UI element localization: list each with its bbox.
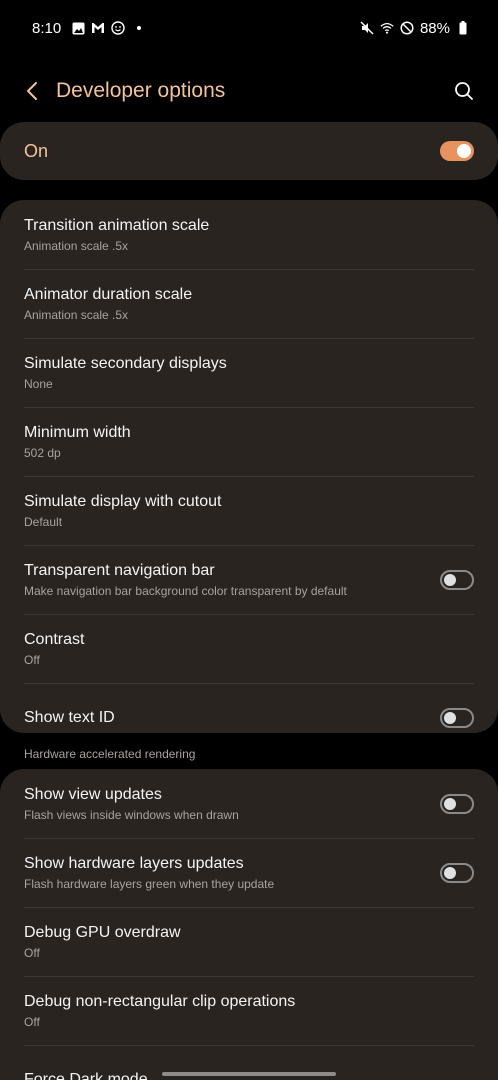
row-subtitle: Off [24,652,40,667]
toggle-knob [444,866,456,879]
row-debug-non-rectangular-clip[interactable]: Debug non-rectangular clip operations Of… [0,976,498,1045]
master-toggle[interactable] [440,141,474,161]
row-subtitle: Animation scale .5x [24,307,129,322]
row-subtitle: Flash views inside windows when drawn [24,807,239,822]
row-animator-duration-scale[interactable]: Animator duration scale Animation scale … [0,269,498,338]
row-title: Animator duration scale [24,285,193,303]
toggle-knob [444,711,456,724]
row-simulate-display-cutout[interactable]: Simulate display with cutout Default [0,476,498,545]
wifi-icon [380,21,394,35]
row-subtitle: Off [24,1014,40,1029]
row-minimum-width[interactable]: Minimum width 502 dp [0,407,498,476]
row-subtitle: Default [24,514,63,529]
row-title: Show text ID [24,708,115,726]
search-icon [455,82,473,100]
gmail-icon [91,21,105,35]
master-switch-label: On [24,140,49,161]
row-title: Simulate secondary displays [24,354,227,372]
show-view-updates-toggle[interactable] [440,793,474,814]
row-title: Transition animation scale [24,216,210,234]
row-transparent-navigation-bar[interactable]: Transparent navigation bar Make navigati… [0,545,498,614]
notification-dot [137,26,142,30]
status-bar: 8:10 88% [0,0,498,56]
row-subtitle: Make navigation bar background color tra… [24,583,347,598]
row-subtitle: None [24,376,53,391]
page-title: Developer options [56,79,226,102]
row-title: Show view updates [24,785,162,803]
row-debug-gpu-overdraw[interactable]: Debug GPU overdraw Off [0,907,498,976]
settings-card-hardware-rendering: Show view updates Flash views inside win… [0,769,498,1080]
row-title: Contrast [24,630,85,648]
row-simulate-secondary-displays[interactable]: Simulate secondary displays None [0,338,498,407]
row-subtitle: Animation scale .5x [24,238,129,253]
settings-card-general: Transition animation scale Animation sca… [0,200,498,733]
show-hardware-layers-updates-toggle[interactable] [440,862,474,883]
battery-icon [456,21,470,35]
row-show-text-id[interactable]: Show text ID [0,683,498,733]
status-left: 8:10 [32,19,142,37]
section-label-hardware-rendering: Hardware accelerated rendering [24,747,196,761]
back-button[interactable] [18,77,46,105]
row-title: Debug non-rectangular clip operations [24,992,296,1010]
toggle-knob [457,144,471,158]
app-header: Developer options [0,66,498,116]
battery-percent: 88% [419,19,450,37]
row-transition-animation-scale[interactable]: Transition animation scale Animation sca… [0,200,498,269]
master-switch-card[interactable]: On [0,122,498,180]
home-indicator[interactable] [162,1072,336,1076]
row-subtitle: Off [24,945,40,960]
transparent-navigation-bar-toggle[interactable] [440,569,474,590]
search-button[interactable] [450,77,478,105]
row-title: Transparent navigation bar [24,561,215,579]
status-right: 88% [360,20,470,37]
mute-icon [360,21,374,35]
toggle-knob [444,797,456,810]
chevron-left-icon [27,82,37,100]
row-title: Force Dark mode [24,1071,148,1080]
show-text-id-toggle[interactable] [440,707,474,728]
dnd-icon [400,21,414,35]
face-icon [111,21,125,35]
row-subtitle: Flash hardware layers green when they up… [24,876,275,891]
row-contrast[interactable]: Contrast Off [0,614,498,683]
row-title: Minimum width [24,423,131,441]
row-title: Show hardware layers updates [24,854,244,872]
status-time: 8:10 [32,19,62,37]
gallery-icon [71,21,85,35]
row-subtitle: 502 dp [24,445,61,460]
row-show-hardware-layers-updates[interactable]: Show hardware layers updates Flash hardw… [0,838,498,907]
row-title: Debug GPU overdraw [24,923,181,941]
row-title: Simulate display with cutout [24,492,222,510]
row-show-view-updates[interactable]: Show view updates Flash views inside win… [0,769,498,838]
toggle-knob [444,573,456,586]
